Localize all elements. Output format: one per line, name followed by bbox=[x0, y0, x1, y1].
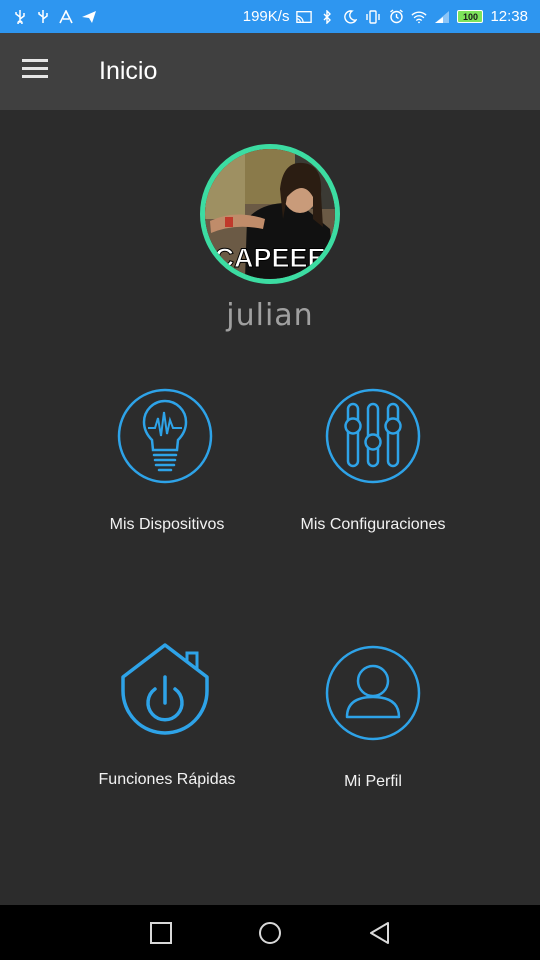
tile-label: Funciones Rápidas bbox=[98, 771, 236, 788]
profile-photo: CAPEEE bbox=[205, 149, 335, 279]
tile-mis-dispositivos[interactable]: Mis Dispositivos bbox=[62, 388, 272, 534]
cast-icon bbox=[296, 9, 313, 25]
wifi-icon bbox=[411, 9, 428, 25]
username: julian bbox=[226, 298, 314, 333]
tile-label: Mis Configuraciones bbox=[300, 516, 446, 533]
status-right-icons: 199K/s 100 12:38 bbox=[243, 8, 528, 25]
status-time: 12:38 bbox=[490, 8, 528, 25]
send-icon bbox=[81, 9, 97, 25]
status-bar: 199K/s 100 12:38 bbox=[0, 0, 540, 33]
home-circle-icon[interactable] bbox=[257, 920, 283, 946]
photo-caption: CAPEEE bbox=[214, 243, 325, 273]
user-icon bbox=[325, 645, 421, 741]
sliders-icon bbox=[325, 388, 421, 484]
battery-icon: 100 bbox=[457, 10, 484, 23]
avatar[interactable]: CAPEEE bbox=[200, 144, 340, 284]
page-title: Inicio bbox=[99, 57, 158, 85]
app-bar: Inicio bbox=[0, 33, 540, 110]
tile-mis-configuraciones[interactable]: Mis Configuraciones bbox=[268, 388, 478, 534]
tile-label: Mis Dispositivos bbox=[109, 516, 225, 533]
recents-square-icon[interactable] bbox=[148, 920, 174, 946]
usb-icon bbox=[12, 9, 28, 25]
vibrate-icon bbox=[365, 9, 381, 25]
alarm-icon bbox=[388, 9, 404, 25]
status-left-icons bbox=[12, 9, 97, 25]
bluetooth-icon bbox=[319, 9, 335, 25]
tile-label: Mi Perfil bbox=[344, 773, 402, 790]
back-triangle-icon[interactable] bbox=[367, 920, 393, 946]
hamburger-menu-icon[interactable] bbox=[22, 59, 54, 83]
home-power-icon bbox=[121, 643, 209, 735]
lightbulb-icon bbox=[117, 388, 213, 484]
usb-icon bbox=[35, 9, 51, 25]
moon-icon bbox=[342, 9, 358, 25]
font-icon bbox=[58, 9, 74, 25]
navigation-bar bbox=[0, 905, 540, 960]
signal-icon bbox=[434, 9, 450, 25]
tile-mi-perfil[interactable]: Mi Perfil bbox=[268, 645, 478, 791]
tile-funciones-rapidas[interactable]: Funciones Rápidas bbox=[62, 643, 272, 789]
network-speed: 199K/s bbox=[242, 8, 290, 25]
